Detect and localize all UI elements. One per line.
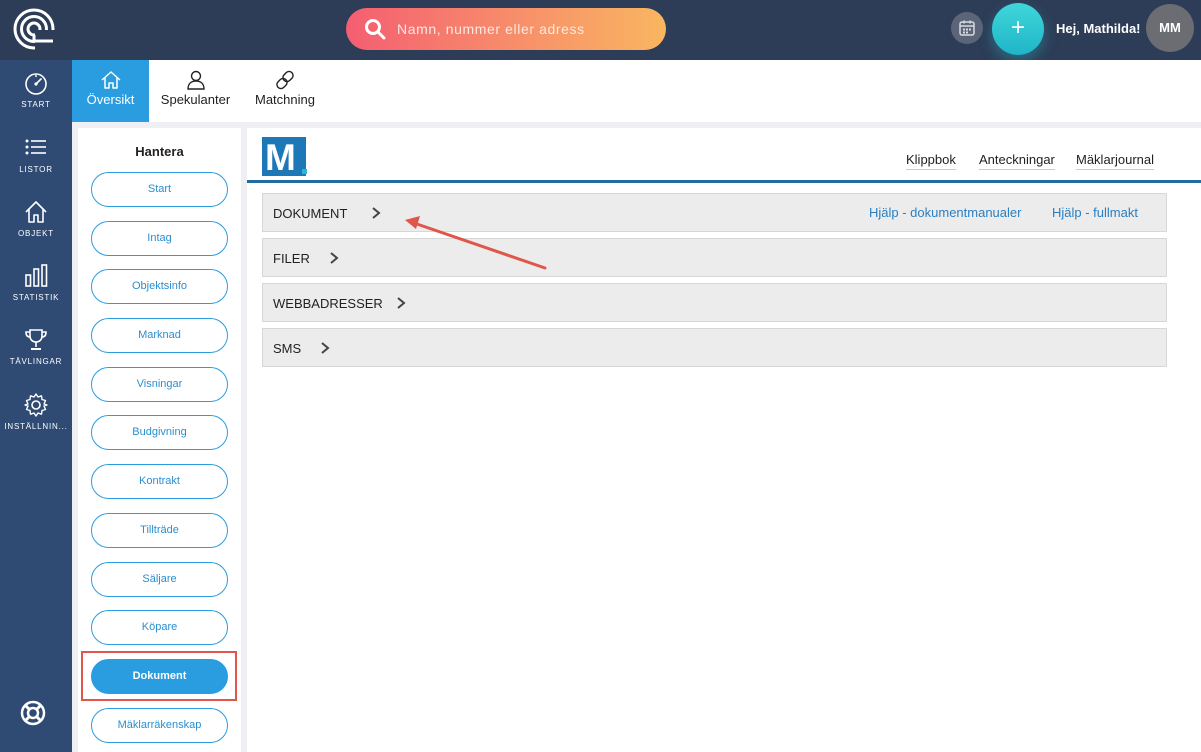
section-title: FILER — [273, 251, 310, 266]
manage-tilltrade-button[interactable]: Tillträde — [91, 513, 228, 548]
section-dokument[interactable]: DOKUMENT Hjälp - dokumentmanualer Hjälp … — [262, 193, 1167, 232]
header-divider — [247, 180, 1201, 183]
calendar-button[interactable] — [951, 12, 983, 44]
anteckningar-link[interactable]: Anteckningar — [979, 152, 1055, 170]
bar-chart-icon — [25, 264, 48, 287]
sidebar-item-label: LISTOR — [19, 165, 53, 174]
top-bar: Namn, nummer eller adress + Hej, Mathild… — [0, 0, 1201, 60]
section-filer[interactable]: FILER — [262, 238, 1167, 277]
sidebar-item-label: STATISTIK — [12, 293, 60, 302]
manage-marknad-button[interactable]: Marknad — [91, 318, 228, 353]
manage-visningar-button[interactable]: Visningar — [91, 367, 228, 402]
search-placeholder[interactable]: Namn, nummer eller adress — [397, 21, 585, 37]
manage-intag-button[interactable]: Intag — [91, 221, 228, 256]
manage-kopare-button[interactable]: Köpare — [91, 610, 228, 645]
chevron-right-icon — [372, 207, 381, 219]
speedometer-icon — [25, 73, 47, 95]
sidebar-item-label: TÄVLINGAR — [9, 357, 63, 366]
sidebar-item-start[interactable]: START — [0, 70, 72, 130]
left-sidebar: START LISTOR OBJEKT STATISTIK TÄVLINGAR — [0, 60, 72, 752]
house-icon — [25, 201, 47, 223]
avatar[interactable]: MM — [1146, 4, 1194, 52]
sidebar-item-tavlingar[interactable]: TÄVLINGAR — [0, 327, 72, 387]
tab-label: Matchning — [255, 92, 315, 107]
sidebar-item-label: OBJEKT — [18, 229, 54, 238]
calendar-icon — [959, 20, 975, 36]
tab-oversikt[interactable]: Översikt — [72, 60, 149, 122]
chevron-right-icon — [397, 297, 406, 309]
tab-spekulanter[interactable]: Spekulanter — [157, 60, 234, 122]
manage-kontrakt-button[interactable]: Kontrakt — [91, 464, 228, 499]
search-bar[interactable]: Namn, nummer eller adress — [346, 8, 666, 50]
user-greeting: Hej, Mathilda! — [1056, 21, 1141, 36]
section-title: SMS — [273, 341, 302, 356]
section-title: WEBBADRESSER — [273, 296, 383, 311]
house-icon — [101, 71, 120, 89]
chevron-right-icon — [330, 252, 339, 264]
help-dokumentmanualer-link[interactable]: Hjälp - dokumentmanualer — [869, 205, 1021, 220]
manage-objektsinfo-button[interactable]: Objektsinfo — [91, 269, 228, 304]
tab-label: Spekulanter — [160, 92, 231, 107]
maklarjournal-link[interactable]: Mäklarjournal — [1076, 152, 1155, 170]
main-panel: M Klippbok Anteckningar Mäklarjournal DO… — [247, 128, 1201, 752]
search-icon — [365, 19, 386, 40]
sidebar-item-label: START — [21, 100, 51, 109]
help-fullmakt-link[interactable]: Hjälp - fullmakt — [1052, 205, 1138, 220]
lifebuoy-icon[interactable] — [20, 700, 46, 726]
section-webbadresser[interactable]: WEBBADRESSER — [262, 283, 1167, 322]
sidebar-item-label: INSTÄLLNIN... — [4, 422, 68, 431]
add-button[interactable]: + — [992, 3, 1044, 55]
manage-saljare-button[interactable]: Säljare — [91, 562, 228, 597]
manage-budgivning-button[interactable]: Budgivning — [91, 415, 228, 450]
sidebar-item-objekt[interactable]: OBJEKT — [0, 199, 72, 259]
manage-start-button[interactable]: Start — [91, 172, 228, 207]
annotation-highlight-box — [81, 651, 237, 701]
brand-logo: M — [262, 137, 307, 178]
manage-title: Hantera — [135, 144, 184, 159]
sidebar-item-installningar[interactable]: INSTÄLLNIN... — [0, 392, 72, 452]
section-sms[interactable]: SMS — [262, 328, 1167, 367]
brand-dot — [302, 169, 307, 174]
plus-icon: + — [1010, 14, 1025, 41]
tab-row: Översikt Spekulanter Matchning — [72, 60, 1201, 122]
chevron-right-icon — [321, 342, 330, 354]
sidebar-item-listor[interactable]: LISTOR — [0, 135, 72, 195]
link-icon — [276, 70, 294, 90]
manage-maklarrakenskap-button[interactable]: Mäklarräkenskap — [91, 708, 228, 743]
klippbok-link[interactable]: Klippbok — [906, 152, 956, 170]
annotation-arrow — [405, 216, 547, 270]
list-icon — [25, 139, 46, 155]
tab-label: Översikt — [86, 92, 135, 107]
brand-letter: M — [265, 137, 296, 178]
app-logo-icon[interactable] — [13, 8, 55, 50]
sidebar-item-statistik[interactable]: STATISTIK — [0, 263, 72, 323]
section-title: DOKUMENT — [273, 206, 348, 221]
user-icon — [186, 70, 205, 90]
gear-icon — [24, 393, 48, 417]
trophy-icon — [25, 329, 47, 350]
tab-matchning[interactable]: Matchning — [250, 60, 320, 122]
